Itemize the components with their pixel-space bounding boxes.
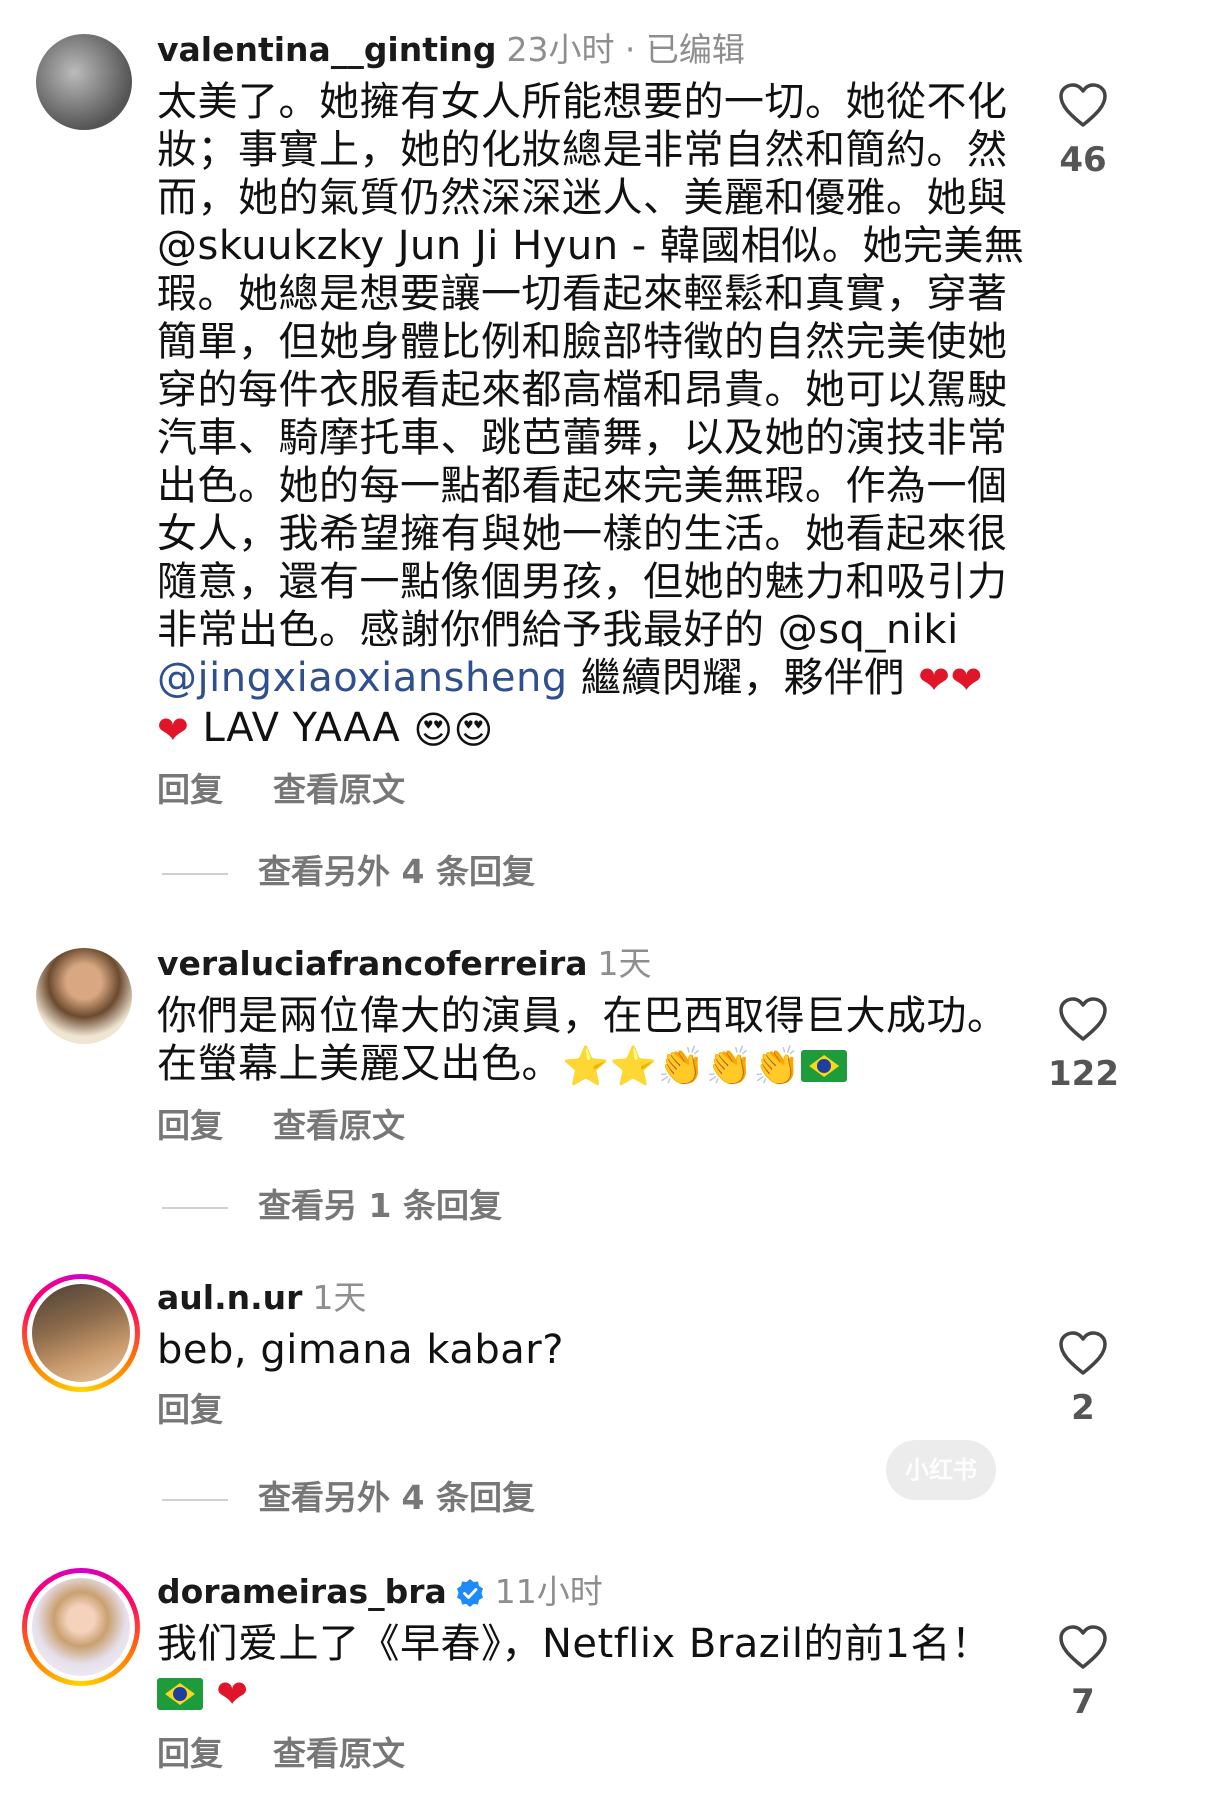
- reply-button[interactable]: 回复: [157, 1734, 223, 1773]
- divider: [162, 1206, 228, 1209]
- clapping-hands-emoji: 👏: [657, 1044, 706, 1088]
- brazil-flag-emoji: [801, 1050, 848, 1082]
- like-area: 46: [1048, 82, 1118, 180]
- heart-outline-icon[interactable]: [1058, 82, 1108, 128]
- divider: [162, 1498, 228, 1501]
- comment-actions: 回复: [157, 1388, 1047, 1432]
- like-count: 46: [1059, 140, 1107, 180]
- avatar[interactable]: [36, 34, 132, 130]
- see-original-button[interactable]: 查看原文: [273, 1734, 405, 1773]
- star-emoji: ⭐: [562, 1044, 610, 1088]
- like-count: 2: [1071, 1388, 1095, 1428]
- timestamp: 11小时: [494, 1572, 603, 1611]
- heart-outline-icon[interactable]: [1058, 996, 1108, 1042]
- view-replies-button[interactable]: 查看另外 4 条回复: [162, 850, 535, 894]
- reply-button[interactable]: 回复: [157, 1106, 223, 1145]
- comment-text-tail: LAV YAAA: [189, 705, 414, 751]
- reply-button[interactable]: 回复: [157, 1390, 223, 1429]
- comment-text: 太美了。她擁有女人所能想要的一切。她從不化妝；事實上，她的化妝總是非常自然和簡約…: [157, 78, 1042, 754]
- comment-text: 你們是兩位偉大的演員，在巴西取得巨大成功。在螢幕上美麗又出色。⭐⭐👏👏👏: [157, 992, 1042, 1090]
- heart-emoji: ❤: [918, 658, 951, 702]
- comment-header: veraluciafrancoferreira 1天: [157, 942, 1047, 986]
- clapping-hands-emoji: 👏: [753, 1044, 802, 1088]
- like-area: 122: [1048, 996, 1119, 1094]
- view-replies-button[interactable]: 查看另 1 条回复: [162, 1184, 502, 1228]
- comment-actions: 回复 查看原文: [157, 768, 1047, 812]
- like-area: 2: [1048, 1330, 1118, 1428]
- timestamp: 1天: [312, 1278, 367, 1317]
- avatar[interactable]: [36, 948, 132, 1044]
- heart-outline-icon[interactable]: [1058, 1330, 1108, 1376]
- comment-header: valentina__ginting 23小时 · 已编辑: [157, 28, 1047, 72]
- heart-eyes-emoji: 😍: [453, 708, 494, 752]
- view-replies-label: 查看另外 4 条回复: [258, 852, 535, 891]
- clapping-hands-emoji: 👏: [705, 1044, 754, 1088]
- see-original-button[interactable]: 查看原文: [273, 770, 405, 809]
- reply-button[interactable]: 回复: [157, 770, 223, 809]
- comment-header: aul.n.ur 1天: [157, 1276, 1047, 1320]
- story-avatar[interactable]: [22, 1568, 140, 1686]
- comment-text: beb, gimana kabar?: [157, 1327, 564, 1373]
- comment-actions: 回复 查看原文: [157, 1732, 1047, 1776]
- timestamp: 1天: [597, 944, 652, 983]
- comment-header: dorameiras_bra 11小时: [157, 1570, 1047, 1614]
- username[interactable]: veraluciafrancoferreira: [157, 944, 588, 983]
- heart-emoji: ❤: [157, 708, 190, 752]
- story-avatar[interactable]: [22, 1274, 140, 1392]
- star-emoji: ⭐: [609, 1044, 658, 1088]
- heart-eyes-emoji: 😍: [413, 708, 454, 752]
- like-count: 7: [1071, 1682, 1095, 1722]
- username[interactable]: valentina__ginting: [157, 30, 496, 69]
- heart-emoji: ❤: [950, 658, 983, 702]
- comment-actions: 回复 查看原文: [157, 1104, 1047, 1148]
- view-replies-label: 查看另 1 条回复: [258, 1186, 502, 1225]
- comment-text-tail: 繼續閃耀，夥伴們: [567, 655, 919, 701]
- brazil-flag-emoji: [157, 1678, 203, 1710]
- comment-text-body: 太美了。她擁有女人所能想要的一切。她從不化妝；事實上，她的化妝總是非常自然和簡約…: [157, 79, 1025, 653]
- view-replies-label: 查看另外 4 条回复: [258, 1478, 535, 1517]
- watermark-logo: 小红书: [886, 1440, 996, 1500]
- see-original-button[interactable]: 查看原文: [273, 1106, 405, 1145]
- comment-text-body: 我们爱上了《早春》，Netflix Brazil的前1名！: [157, 1621, 992, 1667]
- heart-outline-icon[interactable]: [1058, 1624, 1108, 1670]
- comment-text: 我们爱上了《早春》，Netflix Brazil的前1名！ ❤: [157, 1620, 1042, 1718]
- username[interactable]: aul.n.ur: [157, 1278, 302, 1317]
- username[interactable]: dorameiras_bra: [157, 1572, 447, 1611]
- mention-link[interactable]: @jingxiaoxiansheng: [157, 655, 568, 701]
- timestamp: 23小时 · 已编辑: [506, 30, 745, 69]
- heart-emoji: ❤: [216, 1672, 249, 1716]
- like-area: 7: [1048, 1624, 1118, 1722]
- divider: [162, 872, 228, 875]
- like-count: 122: [1048, 1054, 1119, 1094]
- view-replies-button[interactable]: 查看另外 4 条回复: [162, 1476, 535, 1520]
- verified-badge-icon: [456, 1579, 483, 1607]
